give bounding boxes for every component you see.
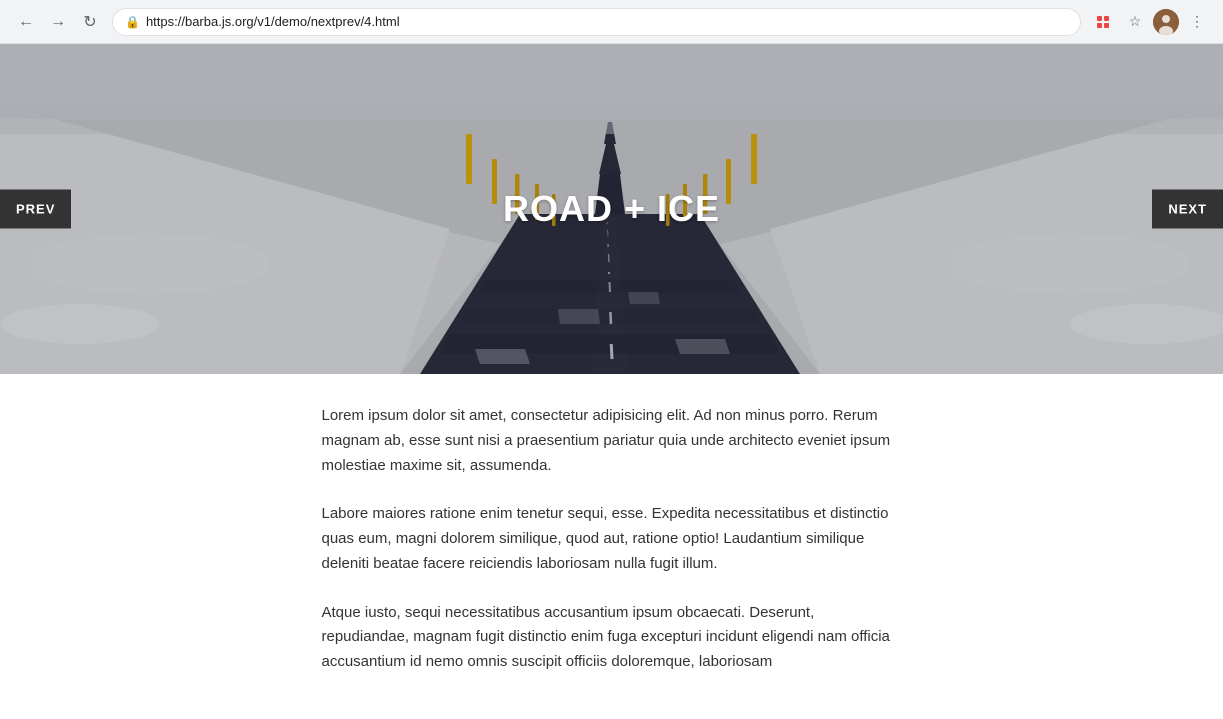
text-content: Lorem ipsum dolor sit amet, consectetur … bbox=[302, 374, 922, 719]
forward-button[interactable]: → bbox=[44, 8, 72, 36]
extensions-button[interactable] bbox=[1089, 8, 1117, 36]
url-text: https://barba.js.org/v1/demo/nextprev/4.… bbox=[146, 14, 400, 29]
avatar[interactable] bbox=[1153, 9, 1179, 35]
reload-button[interactable]: ↻ bbox=[76, 8, 104, 36]
address-bar[interactable]: 🔒 https://barba.js.org/v1/demo/nextprev/… bbox=[112, 8, 1081, 36]
paragraph-1: Lorem ipsum dolor sit amet, consectetur … bbox=[322, 404, 902, 478]
hero-title: ROAD + ICE bbox=[503, 188, 720, 230]
paragraph-2: Labore maiores ratione enim tenetur sequ… bbox=[322, 502, 902, 576]
bookmark-button[interactable]: ☆ bbox=[1121, 8, 1149, 36]
hero-section: PREV ROAD + ICE NEXT bbox=[0, 44, 1223, 374]
prev-button[interactable]: PREV bbox=[0, 190, 71, 229]
page-content: PREV ROAD + ICE NEXT Lorem ipsum dolor s… bbox=[0, 44, 1223, 719]
menu-button[interactable]: ⋮ bbox=[1183, 8, 1211, 36]
nav-buttons: ← → ↻ bbox=[12, 8, 104, 36]
back-button[interactable]: ← bbox=[12, 8, 40, 36]
browser-actions: ☆ ⋮ bbox=[1089, 8, 1211, 36]
browser-chrome: ← → ↻ 🔒 https://barba.js.org/v1/demo/nex… bbox=[0, 0, 1223, 44]
next-button[interactable]: NEXT bbox=[1152, 190, 1223, 229]
lock-icon: 🔒 bbox=[125, 15, 140, 29]
